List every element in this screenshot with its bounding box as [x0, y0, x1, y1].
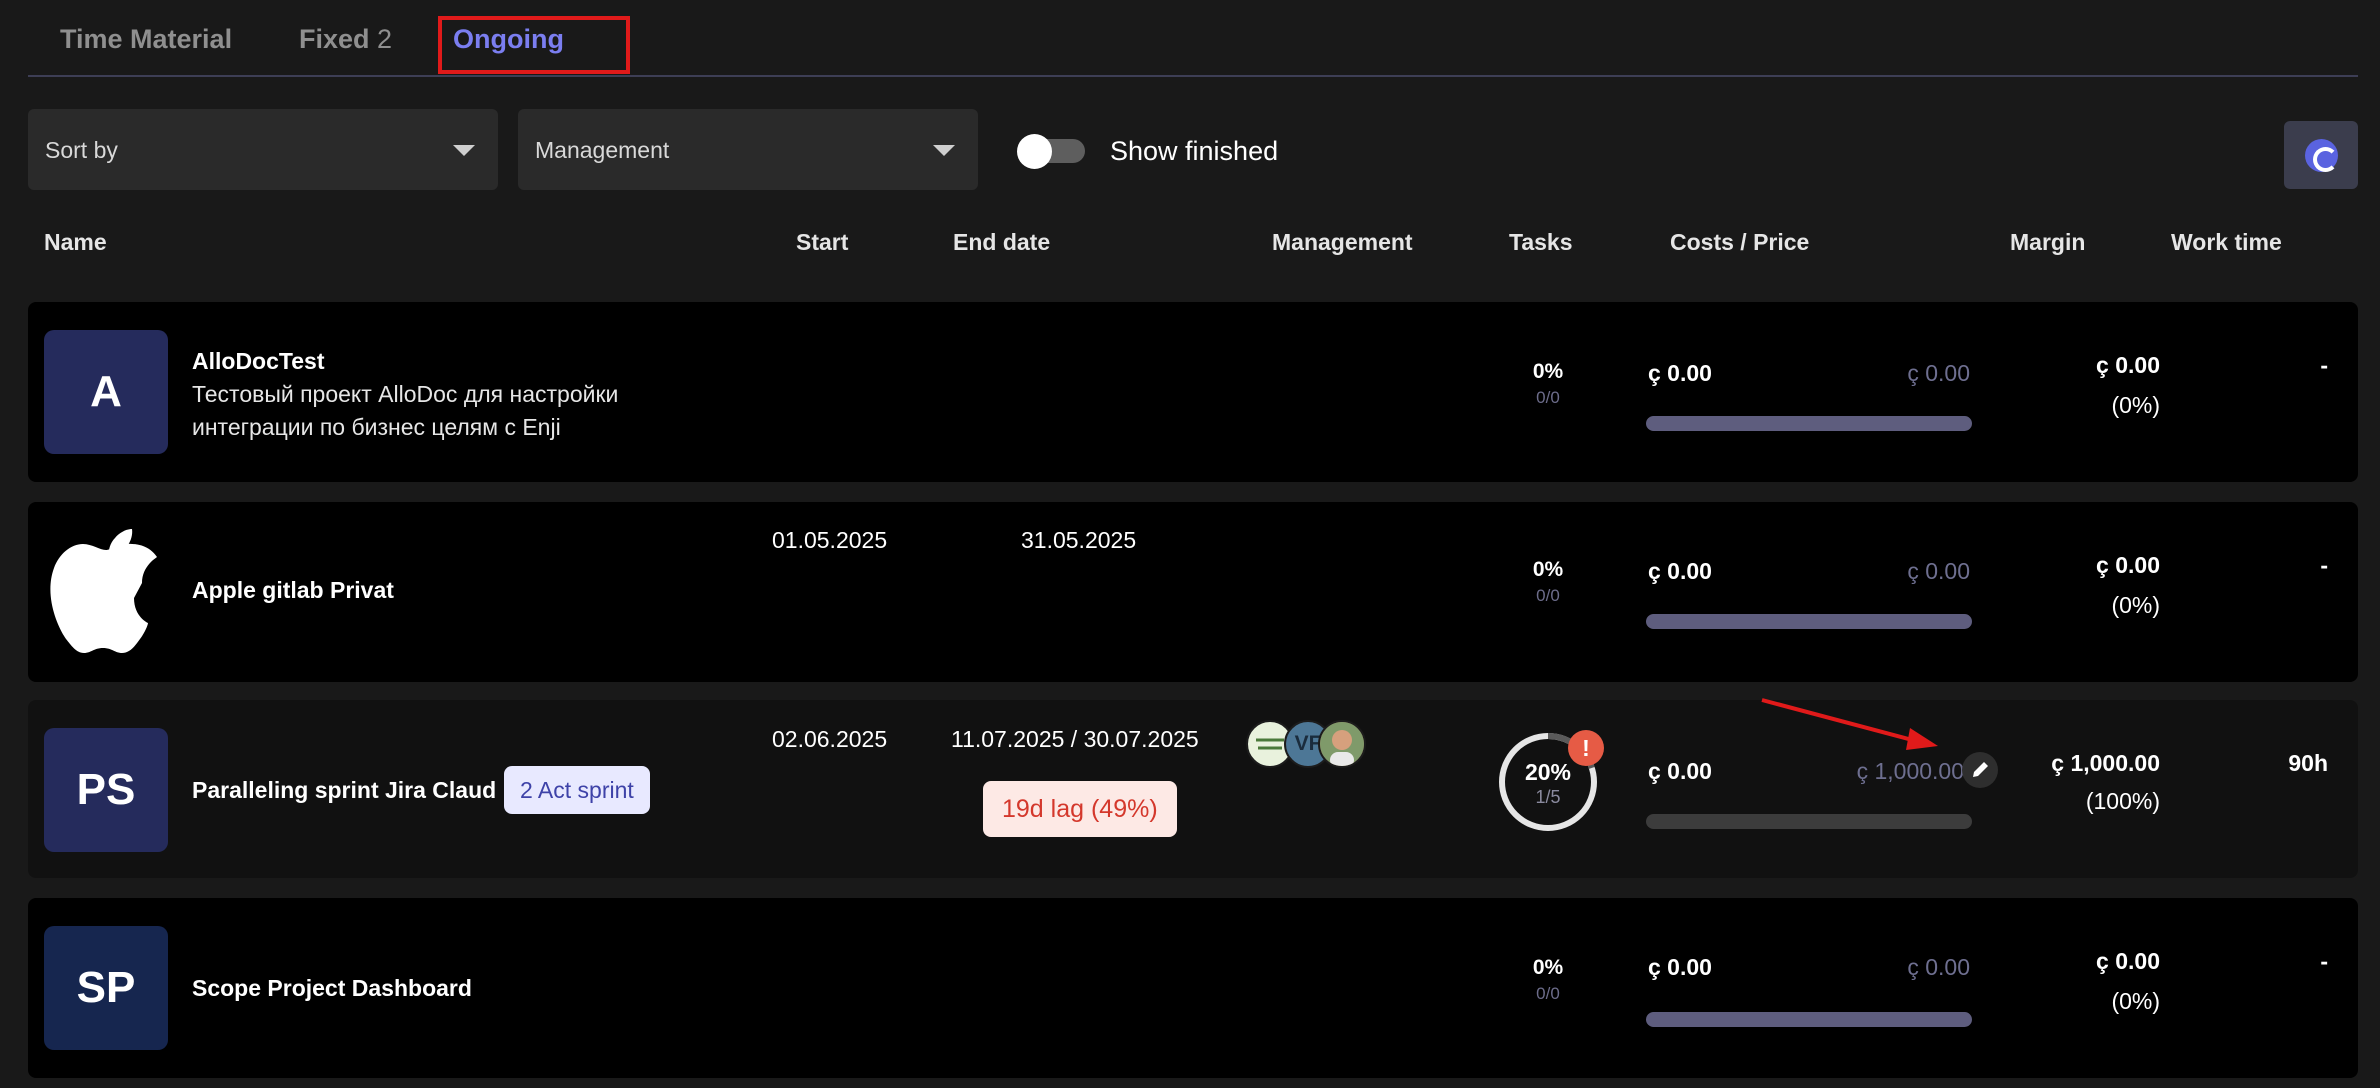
person-photo-icon — [1320, 722, 1364, 766]
price-value: ç 0.00 — [1907, 558, 1970, 584]
tasks-percent: 0% — [1532, 956, 1564, 979]
start-date: 01.05.2025 — [772, 527, 888, 553]
tasks-percent: 0% — [1532, 360, 1564, 383]
project-avatar: SP — [44, 926, 168, 1050]
tasks-percent: 0% — [1532, 558, 1564, 581]
margin-value: ç 0.00 — [2096, 948, 2160, 974]
margin-percent: (100%) — [2085, 788, 2160, 814]
header-work-time: Work time — [2171, 229, 2282, 255]
tab-time-material[interactable]: Time Material — [60, 24, 232, 55]
table-row[interactable]: A AlloDocTest Тестовый проект AlloDoc дл… — [28, 302, 2358, 482]
tasks-fraction: 0/0 — [1536, 586, 1560, 605]
cost-value: ç 0.00 — [1648, 360, 1712, 386]
margin-value: ç 0.00 — [2096, 352, 2160, 378]
end-date: 11.07.2025 / 30.07.2025 — [951, 726, 1199, 752]
header-margin: Margin — [2010, 229, 2086, 255]
tab-fixed[interactable]: Fixed 2 — [299, 24, 392, 55]
project-name[interactable]: Paralleling sprint Jira Claud — [192, 777, 496, 804]
edit-price-button[interactable] — [1962, 752, 1998, 788]
tasks-fraction: 1/5 — [1535, 787, 1561, 807]
project-name[interactable]: AlloDocTest — [192, 348, 324, 375]
end-date: 31.05.2025 — [1021, 527, 1137, 553]
sort-by-select[interactable]: Sort by — [28, 109, 498, 190]
cost-progress-bar — [1646, 814, 1972, 829]
annotation-highlight-box — [438, 16, 630, 74]
header-management: Management — [1272, 229, 1413, 255]
lag-badge: 19d lag (49%) — [983, 781, 1177, 837]
tab-bar: Time Material Fixed 2 Ongoing — [28, 0, 2358, 77]
work-time: 90h — [2288, 750, 2328, 776]
start-date: 02.06.2025 — [772, 726, 888, 752]
margin-percent: (0%) — [2111, 592, 2160, 618]
sort-by-label: Sort by — [45, 137, 118, 163]
cost-progress-bar — [1646, 1012, 1972, 1027]
margin-percent: (0%) — [2111, 392, 2160, 418]
show-finished-label: Show finished — [1110, 136, 1279, 166]
chevron-down-icon — [933, 145, 955, 156]
tab-fixed-label: Fixed — [299, 24, 370, 54]
margin-value: ç 1,000.00 — [2051, 750, 2160, 776]
tasks-fraction: 0/0 — [1536, 984, 1560, 1003]
chevron-down-icon — [453, 145, 475, 156]
management-select-label: Management — [535, 137, 670, 163]
table-row[interactable]: Apple gitlab Privat 01.05.2025 31.05.202… — [28, 502, 2358, 682]
pencil-icon — [1973, 762, 1988, 777]
header-tasks: Tasks — [1509, 229, 1573, 255]
header-name: Name — [44, 229, 107, 255]
refresh-button[interactable] — [2284, 121, 2358, 189]
manager-avatar-photo[interactable] — [1318, 720, 1366, 768]
project-description: Тестовый проект AlloDoc для настройки ин… — [192, 378, 712, 444]
refresh-icon — [2305, 139, 2338, 172]
table-row[interactable]: SP Scope Project Dashboard 0% 0/0 ç 0.00… — [28, 898, 2358, 1078]
project-avatar: A — [44, 330, 168, 454]
cost-value: ç 0.00 — [1648, 758, 1712, 784]
cost-progress-bar — [1646, 614, 1972, 629]
work-time: - — [2320, 948, 2328, 974]
cost-progress-bar — [1646, 416, 1972, 431]
project-name[interactable]: Apple gitlab Privat — [192, 577, 394, 604]
apple-logo-icon — [50, 526, 162, 656]
work-time: - — [2320, 352, 2328, 378]
tasks-fraction: 0/0 — [1536, 388, 1560, 407]
price-value: ç 1,000.00 — [1856, 758, 1964, 784]
project-description-line: Тестовый проект AlloDoc для настройки — [192, 381, 619, 407]
cost-value: ç 0.00 — [1648, 954, 1712, 980]
header-costs-price: Costs / Price — [1670, 229, 1810, 255]
tab-fixed-count: 2 — [377, 24, 393, 54]
work-time: - — [2320, 552, 2328, 578]
margin-percent: (0%) — [2111, 988, 2160, 1014]
margin-value: ç 0.00 — [2096, 552, 2160, 578]
active-sprint-badge[interactable]: 2 Act sprint — [504, 766, 650, 814]
header-end-date: End date — [953, 229, 1051, 255]
show-finished-toggle[interactable] — [1017, 134, 1087, 169]
cost-value: ç 0.00 — [1648, 558, 1712, 584]
alert-icon[interactable]: ! — [1568, 730, 1604, 766]
project-name[interactable]: Scope Project Dashboard — [192, 975, 472, 1002]
toggle-knob — [1017, 134, 1052, 169]
price-value: ç 0.00 — [1907, 954, 1970, 980]
price-value: ç 0.00 — [1907, 360, 1970, 386]
annotation-arrow — [1761, 698, 1938, 750]
project-description-line: интеграции по бизнес целям с Enji — [192, 414, 561, 440]
table-row[interactable]: PS Paralleling sprint Jira Claud 2 Act s… — [28, 700, 2358, 878]
project-avatar: PS — [44, 728, 168, 852]
management-select[interactable]: Management — [518, 109, 978, 190]
tab-time-material-label: Time Material — [60, 24, 233, 54]
header-start: Start — [796, 229, 849, 255]
